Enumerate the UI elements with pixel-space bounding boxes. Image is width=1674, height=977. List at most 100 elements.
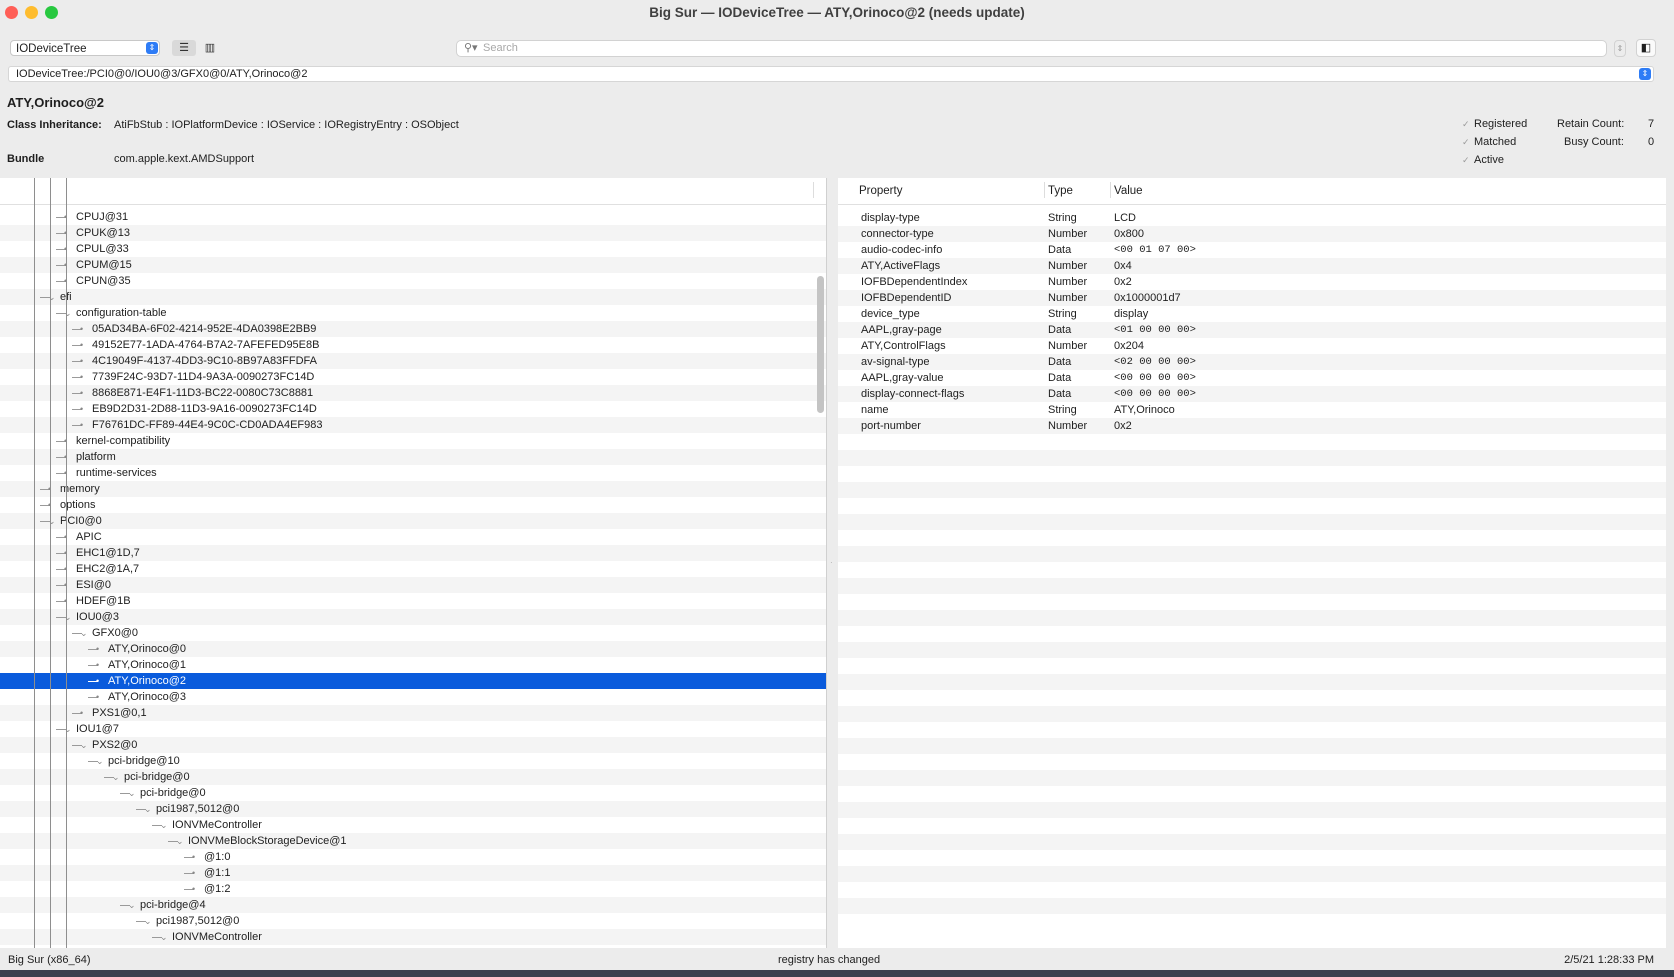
disclosure-open-icon[interactable]: ⌄ (128, 785, 138, 801)
tree-row[interactable]: ⌄ pci1987,5012@0 (0, 801, 826, 817)
tree-row[interactable]: ⌄efi (0, 289, 826, 305)
property-row[interactable]: device_type String display (838, 306, 1666, 322)
tree-row[interactable]: ⌄ IONVMeController (0, 817, 826, 833)
property-row[interactable]: av-signal-type Data <02 00 00 00> (838, 354, 1666, 370)
empty-row (838, 626, 1666, 642)
plane-popup[interactable]: IODeviceTree ⇕ (10, 40, 160, 56)
tree-row[interactable]: • 05AD34BA-6F02-4214-952E-4DA0398E2BB9 (0, 321, 826, 337)
property-table[interactable]: Property Type Value display-type String LC… (838, 178, 1666, 948)
tree-row[interactable]: ⌄ IOU1@7 (0, 721, 826, 737)
tree-row[interactable]: • 4C19049F-4137-4DD3-9C10-8B97A83FFDFA (0, 353, 826, 369)
tree-row[interactable]: • ATY,Orinoco@3 (0, 689, 826, 705)
list-view-button[interactable]: ☰ (172, 40, 196, 56)
property-row[interactable]: display-type String LCD (838, 210, 1666, 226)
property-row[interactable]: AAPL,gray-page Data <01 00 00 00> (838, 322, 1666, 338)
property-row[interactable]: ATY,ControlFlags Number 0x204 (838, 338, 1666, 354)
disclosure-open-icon[interactable]: ⌄ (144, 801, 154, 817)
tree-row-label: 8868E871-E4F1-11D3-BC22-0080C73C8881 (92, 387, 314, 399)
property-row[interactable]: IOFBDependentID Number 0x1000001d7 (838, 290, 1666, 306)
property-row[interactable]: IOFBDependentIndex Number 0x2 (838, 274, 1666, 290)
tree-row[interactable]: ⌄ pci-bridge@10 (0, 753, 826, 769)
search-field[interactable]: ⚲▾ Search (456, 40, 1607, 57)
tree-row[interactable]: ⌄ pci-bridge@0 (0, 785, 826, 801)
tree-row[interactable]: • @1:0 (0, 849, 826, 865)
column-view-button[interactable]: ▥ (198, 40, 222, 56)
tree-row[interactable]: •EHC2@1A,7 (0, 561, 826, 577)
search-stepper[interactable]: ⇕ (1614, 40, 1626, 57)
property-row[interactable]: audio-codec-info Data <00 01 07 00> (838, 242, 1666, 258)
property-name: IOFBDependentIndex (861, 276, 968, 288)
path-chevron-icon[interactable]: ⇕ (1639, 68, 1651, 80)
tree-row[interactable]: ⌄ IONVMeBlockStorageDevice@1 (0, 833, 826, 849)
disclosure-open-icon[interactable]: ⌄ (96, 753, 106, 769)
tree-row-label: ESI@0 (76, 579, 112, 591)
zoom-button[interactable] (45, 6, 58, 19)
tree-row[interactable]: • 49152E77-1ADA-4764-B7A2-7AFEFED95E8B (0, 337, 826, 353)
tree-row[interactable]: • 7739F24C-93D7-11D4-9A3A-0090273FC14D (0, 369, 826, 385)
column-view-icon: ▥ (204, 42, 216, 54)
tree-row[interactable]: •options (0, 497, 826, 513)
tree-row[interactable]: •CPUL@33 (0, 241, 826, 257)
property-row[interactable]: AAPL,gray-value Data <00 00 00 00> (838, 370, 1666, 386)
property-value: <02 00 00 00> (1114, 356, 1196, 368)
path-bar[interactable]: IODeviceTree:/PCI0@0/IOU0@3/GFX0@0/ATY,O… (8, 66, 1654, 82)
tree-row[interactable]: • @1:2 (0, 881, 826, 897)
tree-row[interactable]: •CPUN@35 (0, 273, 826, 289)
col-value[interactable]: Value (1114, 185, 1143, 197)
tree-row[interactable]: ⌄ IOU0@3 (0, 609, 826, 625)
property-row[interactable]: ATY,ActiveFlags Number 0x4 (838, 258, 1666, 274)
tree-row[interactable]: •runtime-services (0, 465, 826, 481)
property-row[interactable]: display-connect-flags Data <00 00 00 00> (838, 386, 1666, 402)
tree-row[interactable]: •ESI@0 (0, 577, 826, 593)
tree-row[interactable]: •memory (0, 481, 826, 497)
tree-row[interactable]: ⌄ PXS2@0 (0, 737, 826, 753)
tree-row[interactable]: ⌄ IONVMeController (0, 929, 826, 945)
disclosure-open-icon[interactable]: ⌄ (80, 737, 90, 753)
disclosure-open-icon[interactable]: ⌄ (144, 913, 154, 929)
disclosure-open-icon[interactable]: ⌄ (112, 769, 122, 785)
tree-row[interactable]: •CPUK@13 (0, 225, 826, 241)
property-row[interactable]: connector-type Number 0x800 (838, 226, 1666, 242)
property-row[interactable]: port-number Number 0x2 (838, 418, 1666, 434)
registry-tree[interactable]: •CPUJ@31•CPUK@13•CPUL@33•CPUM@15•CPUN@35… (0, 178, 827, 948)
tree-row[interactable]: ⌄ PCI0@0 (0, 513, 826, 529)
tree-row[interactable]: •platform (0, 449, 826, 465)
tree-row[interactable]: ⌄ configuration-table (0, 305, 826, 321)
tree-row[interactable]: • F76761DC-FF89-44E4-9C0C-CD0ADA4EF983 (0, 417, 826, 433)
col-property[interactable]: Property (859, 185, 902, 197)
col-type[interactable]: Type (1048, 185, 1073, 197)
property-row[interactable]: name String ATY,Orinoco (838, 402, 1666, 418)
tree-row[interactable]: •HDEF@1B (0, 593, 826, 609)
tree-row[interactable]: • 8868E871-E4F1-11D3-BC22-0080C73C8881 (0, 385, 826, 401)
inspector-toggle-button[interactable]: ◧ (1636, 39, 1656, 57)
tree-row[interactable]: ⌄ pci1987,5012@0 (0, 913, 826, 929)
tree-row[interactable]: ⌄ pci-bridge@0 (0, 769, 826, 785)
property-value: <01 00 00 00> (1114, 324, 1196, 336)
tree-scrollbar[interactable] (817, 276, 824, 413)
tree-row[interactable]: • EB9D2D31-2D88-11D3-9A16-0090273FC14D (0, 401, 826, 417)
tree-row[interactable]: •CPUM@15 (0, 257, 826, 273)
tree-row[interactable]: •APIC (0, 529, 826, 545)
tree-row[interactable]: • ATY,Orinoco@0 (0, 641, 826, 657)
bundle-value: com.apple.kext.AMDSupport (114, 153, 255, 165)
tree-row[interactable]: •IONVMeBlockStorageDevice@1 (0, 945, 826, 948)
disclosure-open-icon[interactable]: ⌄ (128, 897, 138, 913)
minimize-button[interactable] (25, 6, 38, 19)
tree-row[interactable]: • ATY,Orinoco@2 (0, 673, 826, 689)
disclosure-open-icon[interactable]: ⌄ (176, 833, 186, 849)
split-handle[interactable]: · (830, 558, 833, 567)
tree-row[interactable]: ⌄ GFX0@0 (0, 625, 826, 641)
tree-row[interactable]: •EHC1@1D,7 (0, 545, 826, 561)
column-divider (813, 182, 814, 198)
tree-row[interactable]: •CPUJ@31 (0, 209, 826, 225)
tree-row[interactable]: • @1:1 (0, 865, 826, 881)
tree-row[interactable]: • ATY,Orinoco@1 (0, 657, 826, 673)
disclosure-open-icon[interactable]: ⌄ (160, 817, 170, 833)
disclosure-open-icon[interactable]: ⌄ (80, 625, 90, 641)
disclosure-open-icon[interactable]: ⌄ (160, 929, 170, 945)
tree-row[interactable]: ⌄ pci-bridge@4 (0, 897, 826, 913)
close-button[interactable] (5, 6, 18, 19)
tree-row[interactable]: • PXS1@0,1 (0, 705, 826, 721)
tree-row[interactable]: •kernel-compatibility (0, 433, 826, 449)
tree-row-label: GFX0@0 (92, 627, 139, 639)
